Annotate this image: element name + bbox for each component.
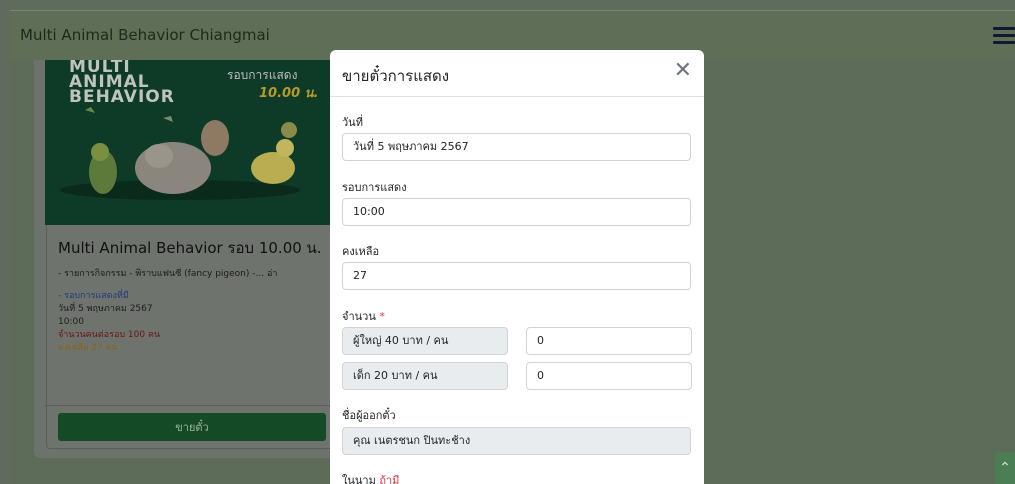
modal-header: ขายตั๋วการแสดง ✕ <box>330 50 704 97</box>
sell-ticket-button[interactable]: ขายตั๋ว <box>58 413 326 441</box>
quantity-label: จำนวน * <box>342 310 385 323</box>
card-body: Multi Animal Behavior รอบ 10.00 น. - ราย… <box>58 236 348 355</box>
card-description: - รายการกิจกรรม - พิราบแฟนซี (fancy pige… <box>58 269 278 279</box>
adult-price-label: ผู้ใหญ่ 40 บาท / คน <box>342 327 508 355</box>
chevron-up-icon: ⌃ <box>999 460 1011 476</box>
round-label: รอบการแสดง <box>342 181 407 194</box>
optional-mark: ถ้ามี <box>379 474 400 484</box>
date-field[interactable]: วันที่ 5 พฤษภาคม 2567 <box>342 133 691 161</box>
round-field[interactable]: 10:00 <box>342 198 691 226</box>
hamburger-menu-icon[interactable] <box>993 23 1015 47</box>
card-capacity: จำนวนคนต่อรอบ 100 คน <box>58 330 161 340</box>
close-icon[interactable]: ✕ <box>674 60 692 82</box>
sell-ticket-modal: ขายตั๋วการแสดง ✕ วันที่ วันที่ 5 พฤษภาคม… <box>330 50 704 484</box>
required-mark: * <box>379 310 385 323</box>
card-date: วันที่ 5 พฤษภาคม 2567 <box>58 304 153 314</box>
brand-title[interactable]: Multi Animal Behavior Chiangmai <box>20 26 270 44</box>
issuer-field: คุณ เนตรชนก ปินทะช้าง <box>342 427 691 455</box>
show-poster-image: MULTI ANIMAL BEHAVIOR รอบการแสดง 10.00 น… <box>45 60 335 225</box>
card-title: Multi Animal Behavior รอบ 10.00 น. <box>58 239 322 257</box>
issuer-label: ชื่อผู้ออกตั๋ว <box>342 409 396 422</box>
adult-quantity-input[interactable]: 0 <box>526 327 692 355</box>
show-round-link[interactable]: - รอบการแสดงที่มี <box>58 290 348 303</box>
date-label: วันที่ <box>342 116 363 129</box>
animals-illustration <box>60 107 300 200</box>
remaining-field[interactable]: 27 <box>342 262 691 290</box>
scroll-to-top-button[interactable]: ⌃ <box>995 452 1015 484</box>
card-time: 10:00 <box>58 317 84 327</box>
child-quantity-input[interactable]: 0 <box>526 362 692 390</box>
on-behalf-label: ในนาม ถ้ามี <box>342 471 399 484</box>
modal-title: ขายตั๋วการแสดง <box>342 67 450 85</box>
remaining-label: คงเหลือ <box>342 245 380 258</box>
child-price-label: เด็ก 20 บาท / คน <box>342 362 508 390</box>
card-remaining: คงเหลือ 27 คน <box>58 343 118 353</box>
card-divider <box>45 405 335 406</box>
